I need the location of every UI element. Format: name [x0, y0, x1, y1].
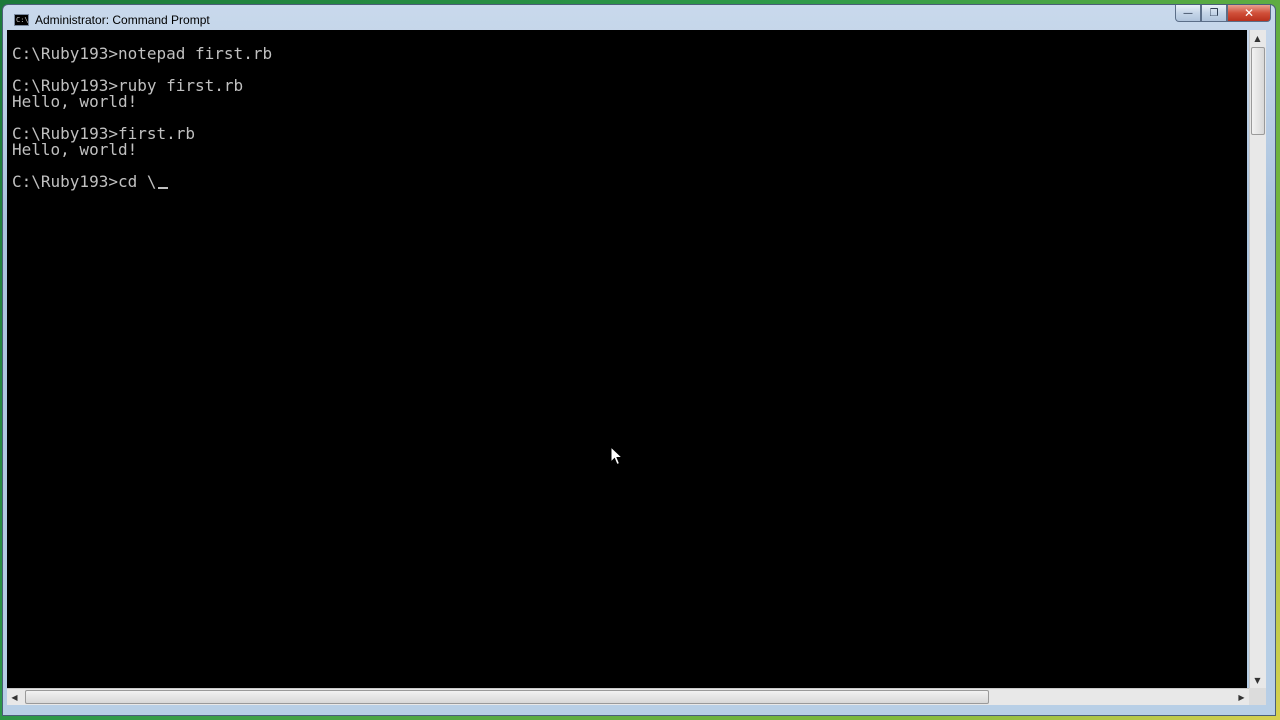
- console-text: C:\Ruby193>notepad first.rb C:\Ruby193>ru…: [12, 46, 272, 190]
- vertical-scroll-thumb[interactable]: [1251, 47, 1265, 135]
- scroll-down-button[interactable]: ▼: [1250, 672, 1265, 688]
- scroll-up-button[interactable]: ▲: [1250, 30, 1265, 46]
- maximize-button[interactable]: ❐: [1201, 5, 1227, 22]
- vertical-scrollbar[interactable]: ▲ ▼: [1249, 30, 1266, 688]
- arrow-left-icon: ◀: [11, 692, 18, 702]
- console-line: Hello, world!: [12, 92, 138, 111]
- close-button[interactable]: ✕: [1227, 5, 1271, 22]
- console-output-area[interactable]: C:\Ruby193>notepad first.rb C:\Ruby193>ru…: [7, 30, 1247, 688]
- horizontal-scrollbar[interactable]: ◀ ▶: [7, 688, 1249, 705]
- command-prompt-icon[interactable]: C:\: [14, 14, 29, 26]
- scroll-left-button[interactable]: ◀: [7, 689, 22, 705]
- scroll-right-button[interactable]: ▶: [1234, 689, 1249, 705]
- minimize-button[interactable]: —: [1175, 5, 1201, 22]
- horizontal-scroll-thumb[interactable]: [25, 690, 989, 704]
- arrow-down-icon: ▼: [1254, 675, 1261, 685]
- console-line: C:\Ruby193>notepad first.rb: [12, 44, 273, 63]
- text-cursor: [157, 187, 168, 189]
- maximize-icon: ❐: [1209, 7, 1219, 19]
- caption-buttons: — ❐ ✕: [1175, 5, 1271, 23]
- mouse-pointer-icon: [610, 446, 624, 466]
- arrow-up-icon: ▲: [1254, 33, 1261, 43]
- close-icon: ✕: [1243, 6, 1255, 20]
- minimize-icon: —: [1183, 7, 1193, 19]
- console-line: Hello, world!: [12, 140, 138, 159]
- resize-grip[interactable]: [1249, 688, 1266, 705]
- title-bar[interactable]: C:\ Administrator: Command Prompt — ❐ ✕: [3, 5, 1275, 33]
- console-input-line[interactable]: C:\Ruby193>cd \: [12, 174, 272, 190]
- command-input[interactable]: C:\Ruby193>cd \: [12, 172, 157, 191]
- window-title: Administrator: Command Prompt: [35, 13, 210, 27]
- arrow-right-icon: ▶: [1238, 692, 1245, 702]
